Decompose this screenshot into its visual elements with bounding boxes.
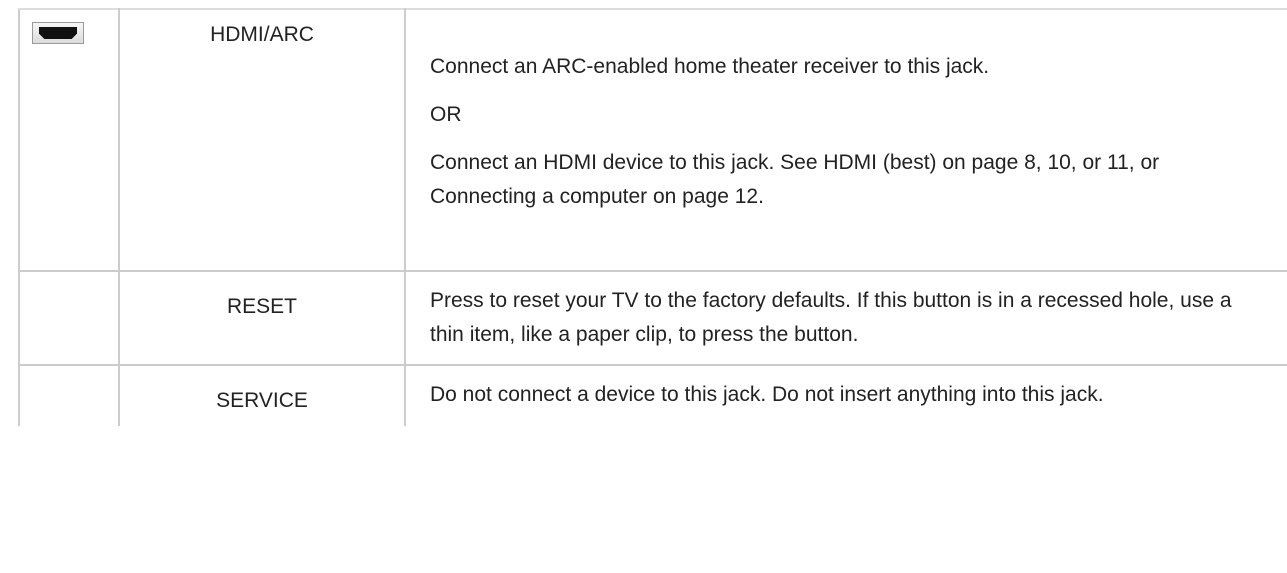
- jack-name: SERVICE: [118, 364, 406, 426]
- jack-name: HDMI/ARC: [118, 8, 406, 272]
- jack-description: Connect an ARC-enabled home theater rece…: [404, 8, 1287, 272]
- icon-cell: [18, 270, 120, 366]
- table-row-reset: RESET Press to reset your TV to the fact…: [18, 270, 1287, 366]
- jack-table: HDMI/ARC Connect an ARC-enabled home the…: [18, 8, 1287, 426]
- description-paragraph: Press to reset your TV to the factory de…: [430, 289, 1232, 346]
- jack-description: Do not connect a device to this jack. Do…: [404, 364, 1287, 426]
- icon-cell: [18, 8, 120, 272]
- icon-cell: [18, 364, 120, 426]
- description-paragraph: Do not connect a device to this jack. Do…: [430, 383, 1104, 406]
- description-paragraph: Connect an HDMI device to this jack. See…: [430, 151, 1160, 208]
- description-paragraph: Connect an ARC-enabled home theater rece…: [430, 55, 990, 78]
- table-row-hdmi-arc: HDMI/ARC Connect an ARC-enabled home the…: [18, 8, 1287, 272]
- table-row-service: SERVICE Do not connect a device to this …: [18, 364, 1287, 426]
- jack-description: Press to reset your TV to the factory de…: [404, 270, 1287, 366]
- description-paragraph: OR: [430, 103, 462, 126]
- hdmi-port-icon: [32, 22, 84, 44]
- jack-name: RESET: [118, 270, 406, 366]
